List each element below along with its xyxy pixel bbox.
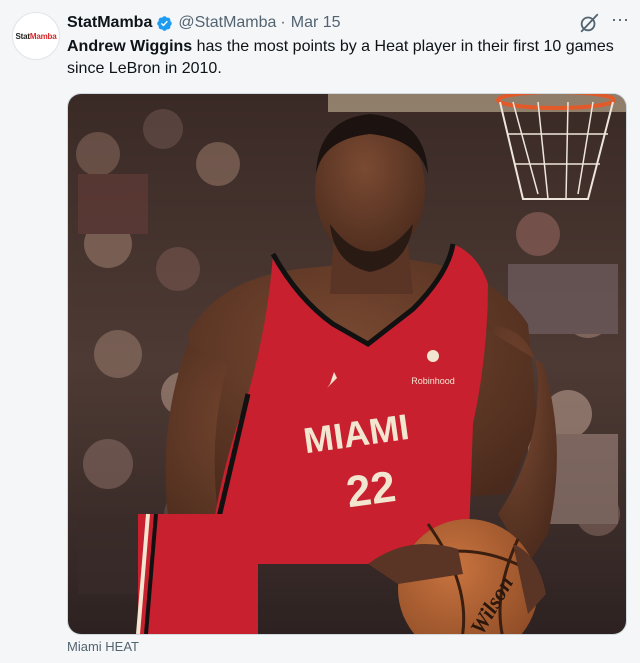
display-name[interactable]: StatMamba bbox=[67, 14, 152, 32]
tweet-header: StatMamba @StatMamba · Mar 15 bbox=[67, 12, 620, 34]
tweet-text: Andrew Wiggins has the most points by a … bbox=[67, 36, 622, 80]
handle[interactable]: @StatMamba bbox=[178, 14, 276, 32]
tweet-highlight: Andrew Wiggins bbox=[67, 38, 193, 55]
player-photo: Robinhood MIAMI 22 Wilson bbox=[68, 94, 626, 634]
separator-dot: · bbox=[280, 14, 286, 31]
tweet-card[interactable]: Stat Mamba StatMamba @StatMamba · Mar 15 … bbox=[0, 0, 640, 663]
avatar-text-stat: Stat bbox=[15, 31, 31, 41]
media-caption[interactable]: Miami HEAT bbox=[67, 639, 139, 654]
jersey-number: 22 bbox=[343, 462, 398, 517]
more-icon[interactable]: ⋯ bbox=[611, 10, 630, 31]
verified-badge-icon bbox=[157, 15, 173, 31]
avatar[interactable]: Stat Mamba bbox=[12, 12, 60, 60]
tweet-media[interactable]: Robinhood MIAMI 22 Wilson bbox=[67, 93, 627, 635]
grok-icon[interactable] bbox=[578, 12, 600, 34]
jersey-sponsor: Robinhood bbox=[411, 376, 455, 386]
timestamp[interactable]: Mar 15 bbox=[291, 14, 341, 32]
avatar-text-mamba: Mamba bbox=[29, 31, 57, 41]
